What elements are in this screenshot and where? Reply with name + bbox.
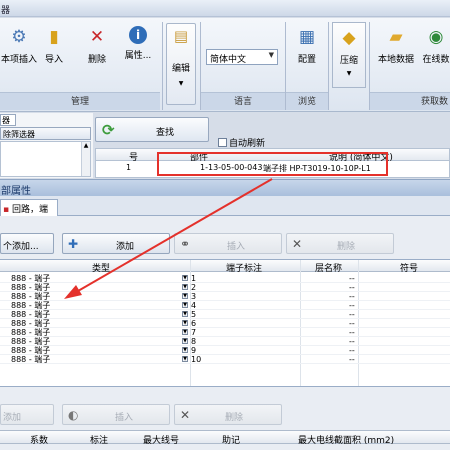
language-select[interactable]: 简体中文 ▼	[206, 49, 278, 65]
table-row[interactable]: 888 - 端子 ▼ 8 --	[0, 337, 450, 346]
bottom-grid-header: 系数 标注 最大线号 助记 最大电线截面积 (mm2)	[0, 430, 450, 446]
properties-button[interactable]: i 属性...	[118, 26, 158, 61]
delete-icon: ✕	[292, 237, 303, 251]
compress-icon: ◆	[342, 28, 356, 48]
online-data-button[interactable]: ◉ 在线数	[422, 26, 450, 65]
folder-icon: ▰	[389, 27, 403, 47]
lower-delete-button[interactable]: ✕ 删除	[174, 404, 282, 425]
insert-items-button[interactable]: ⚙ 本项插入	[0, 26, 38, 65]
table-row[interactable]: 888 - 端子 ▼ 7 --	[0, 328, 450, 337]
online-data-icon: ◉	[428, 27, 444, 47]
edit-clipboard-icon: ▤	[173, 27, 189, 45]
insert-icon: ⚭	[180, 237, 191, 251]
config-icon: ▦	[298, 27, 316, 47]
insert-items-icon: ⚙	[11, 27, 27, 47]
info-icon: i	[129, 26, 147, 44]
group-label-manage: 管理	[0, 92, 160, 110]
scrollbar[interactable]: ▲	[81, 142, 90, 176]
dropdown-icon[interactable]: ▼	[182, 311, 188, 317]
dropdown-icon[interactable]: ▼	[182, 293, 188, 299]
table-row[interactable]: 888 - 端子 ▼ 5 --	[0, 310, 450, 319]
insert-button[interactable]: ⚭ 插入	[174, 233, 282, 254]
delete-button[interactable]: ✕ 删除	[84, 26, 110, 65]
import-button[interactable]: ▮ 导入	[40, 26, 68, 65]
table-row[interactable]: 888 - 端子 ▼ 9 --	[0, 346, 450, 355]
dropdown-icon[interactable]: ▼	[182, 284, 188, 290]
group-label-language: 语言	[201, 92, 285, 110]
dropdown-icon[interactable]: ▼	[182, 329, 188, 335]
local-data-button[interactable]: ▰ 本地数据	[372, 26, 420, 65]
remove-filter-button[interactable]: 除筛选器	[0, 127, 91, 140]
filter-list[interactable]: ▲	[0, 141, 91, 177]
chevron-down-icon: ▼	[268, 51, 274, 59]
database-import-icon: ▮	[49, 27, 59, 47]
lower-insert-button[interactable]: ◐ 插入	[62, 404, 170, 425]
compress-dropdown-button[interactable]: ◆ 压缩 ▼	[332, 22, 366, 88]
group-label-fetch: 获取数	[370, 92, 450, 110]
table-row[interactable]: 888 - 端子 ▼ 4 --	[0, 301, 450, 310]
insert-icon: ◐	[68, 408, 79, 422]
group-label-browse: 浏览	[286, 92, 328, 110]
multi-add-button[interactable]: 个添加...	[0, 233, 54, 254]
dropdown-icon[interactable]: ▼	[182, 320, 188, 326]
lower-add-button[interactable]: 添加	[0, 404, 54, 425]
table-row[interactable]: 888 - 端子 ▼ 2 --	[0, 283, 450, 292]
ribbon-toolbar: ⚙ 本项插入 ▮ 导入 ✕ 删除 i 属性... ▤ 编辑 ▼ 简体中文 ▼ ▦…	[0, 18, 450, 112]
properties-panel-title: 部属性	[0, 179, 450, 197]
chevron-down-icon: ▼	[346, 70, 352, 77]
highlight-box	[157, 152, 388, 176]
terminal-icon: ▪	[3, 205, 10, 215]
delete-icon: ✕	[89, 27, 105, 47]
table-row[interactable]: 888 - 端子 ▼ 3 --	[0, 292, 450, 301]
window-title-bar: 器	[0, 0, 450, 17]
checkbox-box[interactable]	[218, 138, 227, 147]
window-title: 器	[1, 6, 11, 16]
add-icon: ✚	[68, 237, 79, 251]
dropdown-icon[interactable]: ▼	[182, 356, 188, 362]
table-row[interactable]: 888 - 端子 ▼ 1 --	[0, 274, 450, 283]
config-button[interactable]: ▦ 配置	[289, 26, 325, 65]
grid-header: 类型 端子标注 层名称 符号	[0, 260, 450, 274]
dropdown-icon[interactable]: ▼	[182, 275, 188, 281]
search-button[interactable]: ⟳ 查找	[95, 117, 209, 142]
table-row[interactable]: 888 - 端子 ▼ 10 --	[0, 355, 450, 364]
table-row[interactable]: 888 - 端子 ▼ 6 --	[0, 319, 450, 328]
delete-icon: ✕	[180, 408, 191, 422]
dropdown-icon[interactable]: ▼	[182, 347, 188, 353]
delete-row-button[interactable]: ✕ 删除	[286, 233, 394, 254]
dropdown-icon[interactable]: ▼	[182, 302, 188, 308]
chevron-down-icon: ▼	[178, 80, 184, 87]
terminal-grid: 类型 端子标注 层名称 符号 888 - 端子 ▼ 1 -- 888 - 端子 ▼ 2 --…	[0, 259, 450, 387]
refresh-search-icon: ⟳	[102, 121, 115, 139]
dropdown-icon[interactable]: ▼	[182, 338, 188, 344]
properties-tab-strip: ▪ 回路，端子	[0, 196, 450, 228]
tab-circuit-terminal[interactable]: ▪ 回路，端子	[0, 199, 58, 228]
filter-panel: 器 除筛选器 ▲	[0, 113, 93, 178]
filter-tab[interactable]: 器	[0, 114, 16, 126]
add-button[interactable]: ✚ 添加	[62, 233, 170, 254]
edit-dropdown-button[interactable]: ▤ 编辑 ▼	[166, 23, 196, 105]
